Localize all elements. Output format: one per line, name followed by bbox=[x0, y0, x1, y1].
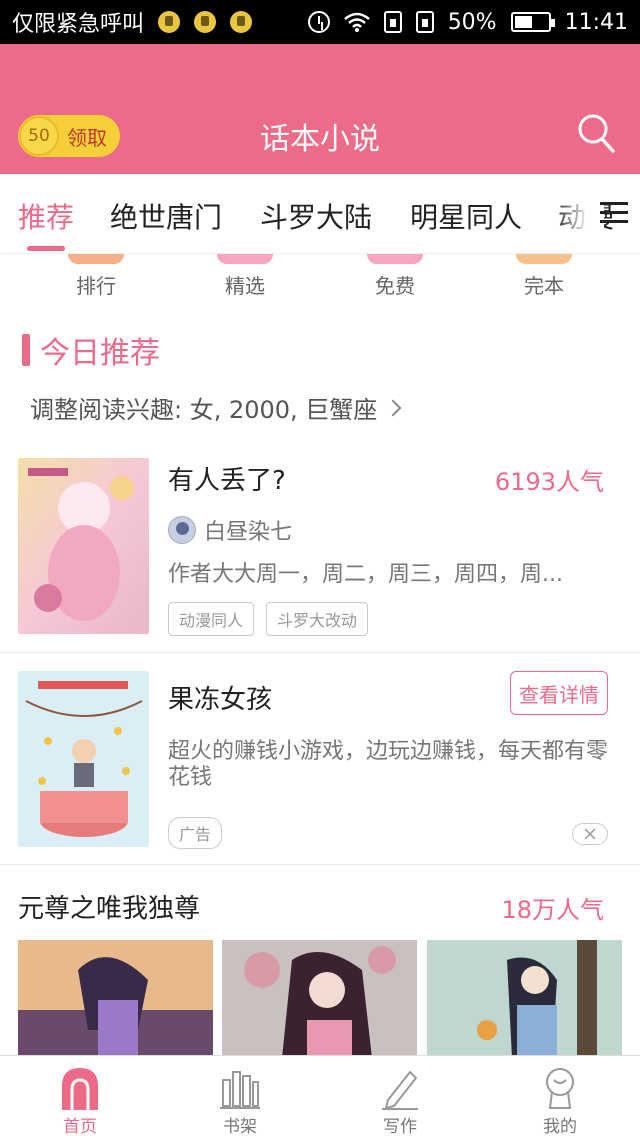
tab-recommend[interactable]: 推荐 bbox=[18, 196, 74, 236]
app-title: 话本小说 bbox=[260, 122, 380, 157]
close-icon bbox=[584, 828, 596, 840]
nav-write[interactable]: 写作 bbox=[340, 1062, 460, 1137]
ad-card[interactable]: 果冻女孩 查看详情 超火的赚钱小游戏，边玩边赚钱，每天都有零花钱 广告 bbox=[0, 653, 640, 863]
featured-icon bbox=[217, 254, 273, 264]
profile-icon bbox=[546, 1068, 574, 1109]
section-accent-bar bbox=[22, 334, 30, 366]
category-label: 完本 bbox=[524, 274, 564, 298]
section-title: 今日推荐 bbox=[40, 336, 160, 371]
category-tab-bar: 推荐 绝世唐门 斗罗大陆 明星同人 动漫 bbox=[0, 174, 640, 254]
nav-label: 我的 bbox=[543, 1117, 577, 1137]
tab-fade bbox=[554, 174, 604, 253]
battery-icon bbox=[510, 12, 555, 32]
sim-icon bbox=[383, 11, 402, 33]
popularity-count: 18万人气 bbox=[501, 896, 604, 924]
free-icon bbox=[367, 254, 423, 264]
tab-douluo-dalu[interactable]: 斗罗大陆 bbox=[260, 196, 372, 236]
tab-active-indicator bbox=[27, 246, 65, 251]
nav-label: 写作 bbox=[383, 1117, 417, 1137]
tab-jueshi-tangmen[interactable]: 绝世唐门 bbox=[110, 196, 222, 236]
category-completed[interactable]: 完本 bbox=[484, 254, 604, 299]
avatar bbox=[168, 516, 196, 544]
nav-bookshelf[interactable]: 书架 bbox=[180, 1062, 300, 1137]
menu-icon[interactable] bbox=[600, 202, 628, 226]
battery-percent: 50% bbox=[447, 9, 497, 35]
adjust-interest-link[interactable]: 调整阅读兴趣: 女, 2000, 巨蟹座 bbox=[30, 390, 402, 425]
nav-label: 首页 bbox=[63, 1117, 97, 1137]
category-label: 精选 bbox=[225, 274, 265, 298]
category-label: 免费 bbox=[375, 274, 415, 298]
ad-title[interactable]: 果冻女孩 bbox=[168, 679, 272, 716]
category-label: 排行 bbox=[76, 274, 116, 298]
popularity-count: 6193人气 bbox=[494, 468, 604, 496]
ad-cover[interactable] bbox=[18, 671, 149, 847]
category-free[interactable]: 免费 bbox=[335, 254, 455, 299]
search-icon[interactable] bbox=[576, 112, 616, 154]
ranking-icon bbox=[68, 254, 124, 264]
author-name: 白昼染七 bbox=[204, 520, 293, 545]
home-icon bbox=[62, 1068, 98, 1110]
book-title[interactable]: 有人丢了? bbox=[168, 460, 286, 497]
alarm-icon bbox=[307, 11, 330, 33]
close-ad-button[interactable] bbox=[572, 823, 608, 845]
pen-icon bbox=[382, 1070, 418, 1110]
tag[interactable]: 动漫同人 bbox=[168, 602, 255, 636]
chevron-right-icon bbox=[384, 399, 402, 416]
notification-icon bbox=[194, 11, 217, 33]
carrier-text: 仅限紧急呼叫 bbox=[12, 12, 145, 37]
tag[interactable]: 斗罗大改动 bbox=[266, 602, 369, 636]
category-featured[interactable]: 精选 bbox=[185, 254, 305, 299]
category-ranking[interactable]: 排行 bbox=[36, 254, 156, 299]
book-title[interactable]: 元尊之唯我独尊 bbox=[18, 888, 200, 925]
wifi-icon bbox=[343, 12, 370, 32]
bottom-nav: 首页 书架 写作 我的 bbox=[0, 1055, 640, 1138]
tag-list: 动漫同人 斗罗大改动 bbox=[168, 602, 369, 636]
author-row[interactable]: 白昼染七 bbox=[168, 514, 292, 546]
sim-icon bbox=[415, 11, 434, 33]
book-image[interactable] bbox=[427, 940, 622, 1058]
notification-icon bbox=[230, 11, 253, 33]
quick-category-row: 排行 精选 免费 完本 bbox=[0, 254, 640, 304]
clock: 11:41 bbox=[564, 9, 628, 35]
nav-label: 书架 bbox=[223, 1117, 257, 1137]
divider bbox=[0, 864, 640, 865]
section-heading: 今日推荐 bbox=[22, 328, 160, 372]
view-details-button[interactable]: 查看详情 bbox=[510, 671, 608, 715]
book-description: 作者大大周一，周二，周三，周四，周... bbox=[168, 562, 563, 587]
interest-text: 调整阅读兴趣: 女, 2000, 巨蟹座 bbox=[30, 396, 378, 424]
status-bar: 仅限紧急呼叫 50% 11:41 bbox=[0, 0, 640, 44]
book-image[interactable] bbox=[222, 940, 417, 1058]
ad-description: 超火的赚钱小游戏，边玩边赚钱，每天都有零花钱 bbox=[168, 739, 609, 790]
nav-profile[interactable]: 我的 bbox=[500, 1062, 620, 1137]
completed-icon bbox=[516, 254, 572, 264]
bookshelf-icon bbox=[220, 1071, 260, 1109]
book-card[interactable]: 有人丢了? 6193人气 白昼染七 作者大大周一，周二，周三，周四，周... 动… bbox=[0, 440, 640, 652]
tab-celebrity-fanfic[interactable]: 明星同人 bbox=[410, 196, 522, 236]
nav-home[interactable]: 首页 bbox=[20, 1062, 140, 1137]
ad-badge: 广告 bbox=[168, 817, 223, 849]
notification-icon bbox=[158, 11, 181, 33]
book-cover[interactable] bbox=[18, 458, 149, 634]
book-image[interactable] bbox=[18, 940, 213, 1058]
